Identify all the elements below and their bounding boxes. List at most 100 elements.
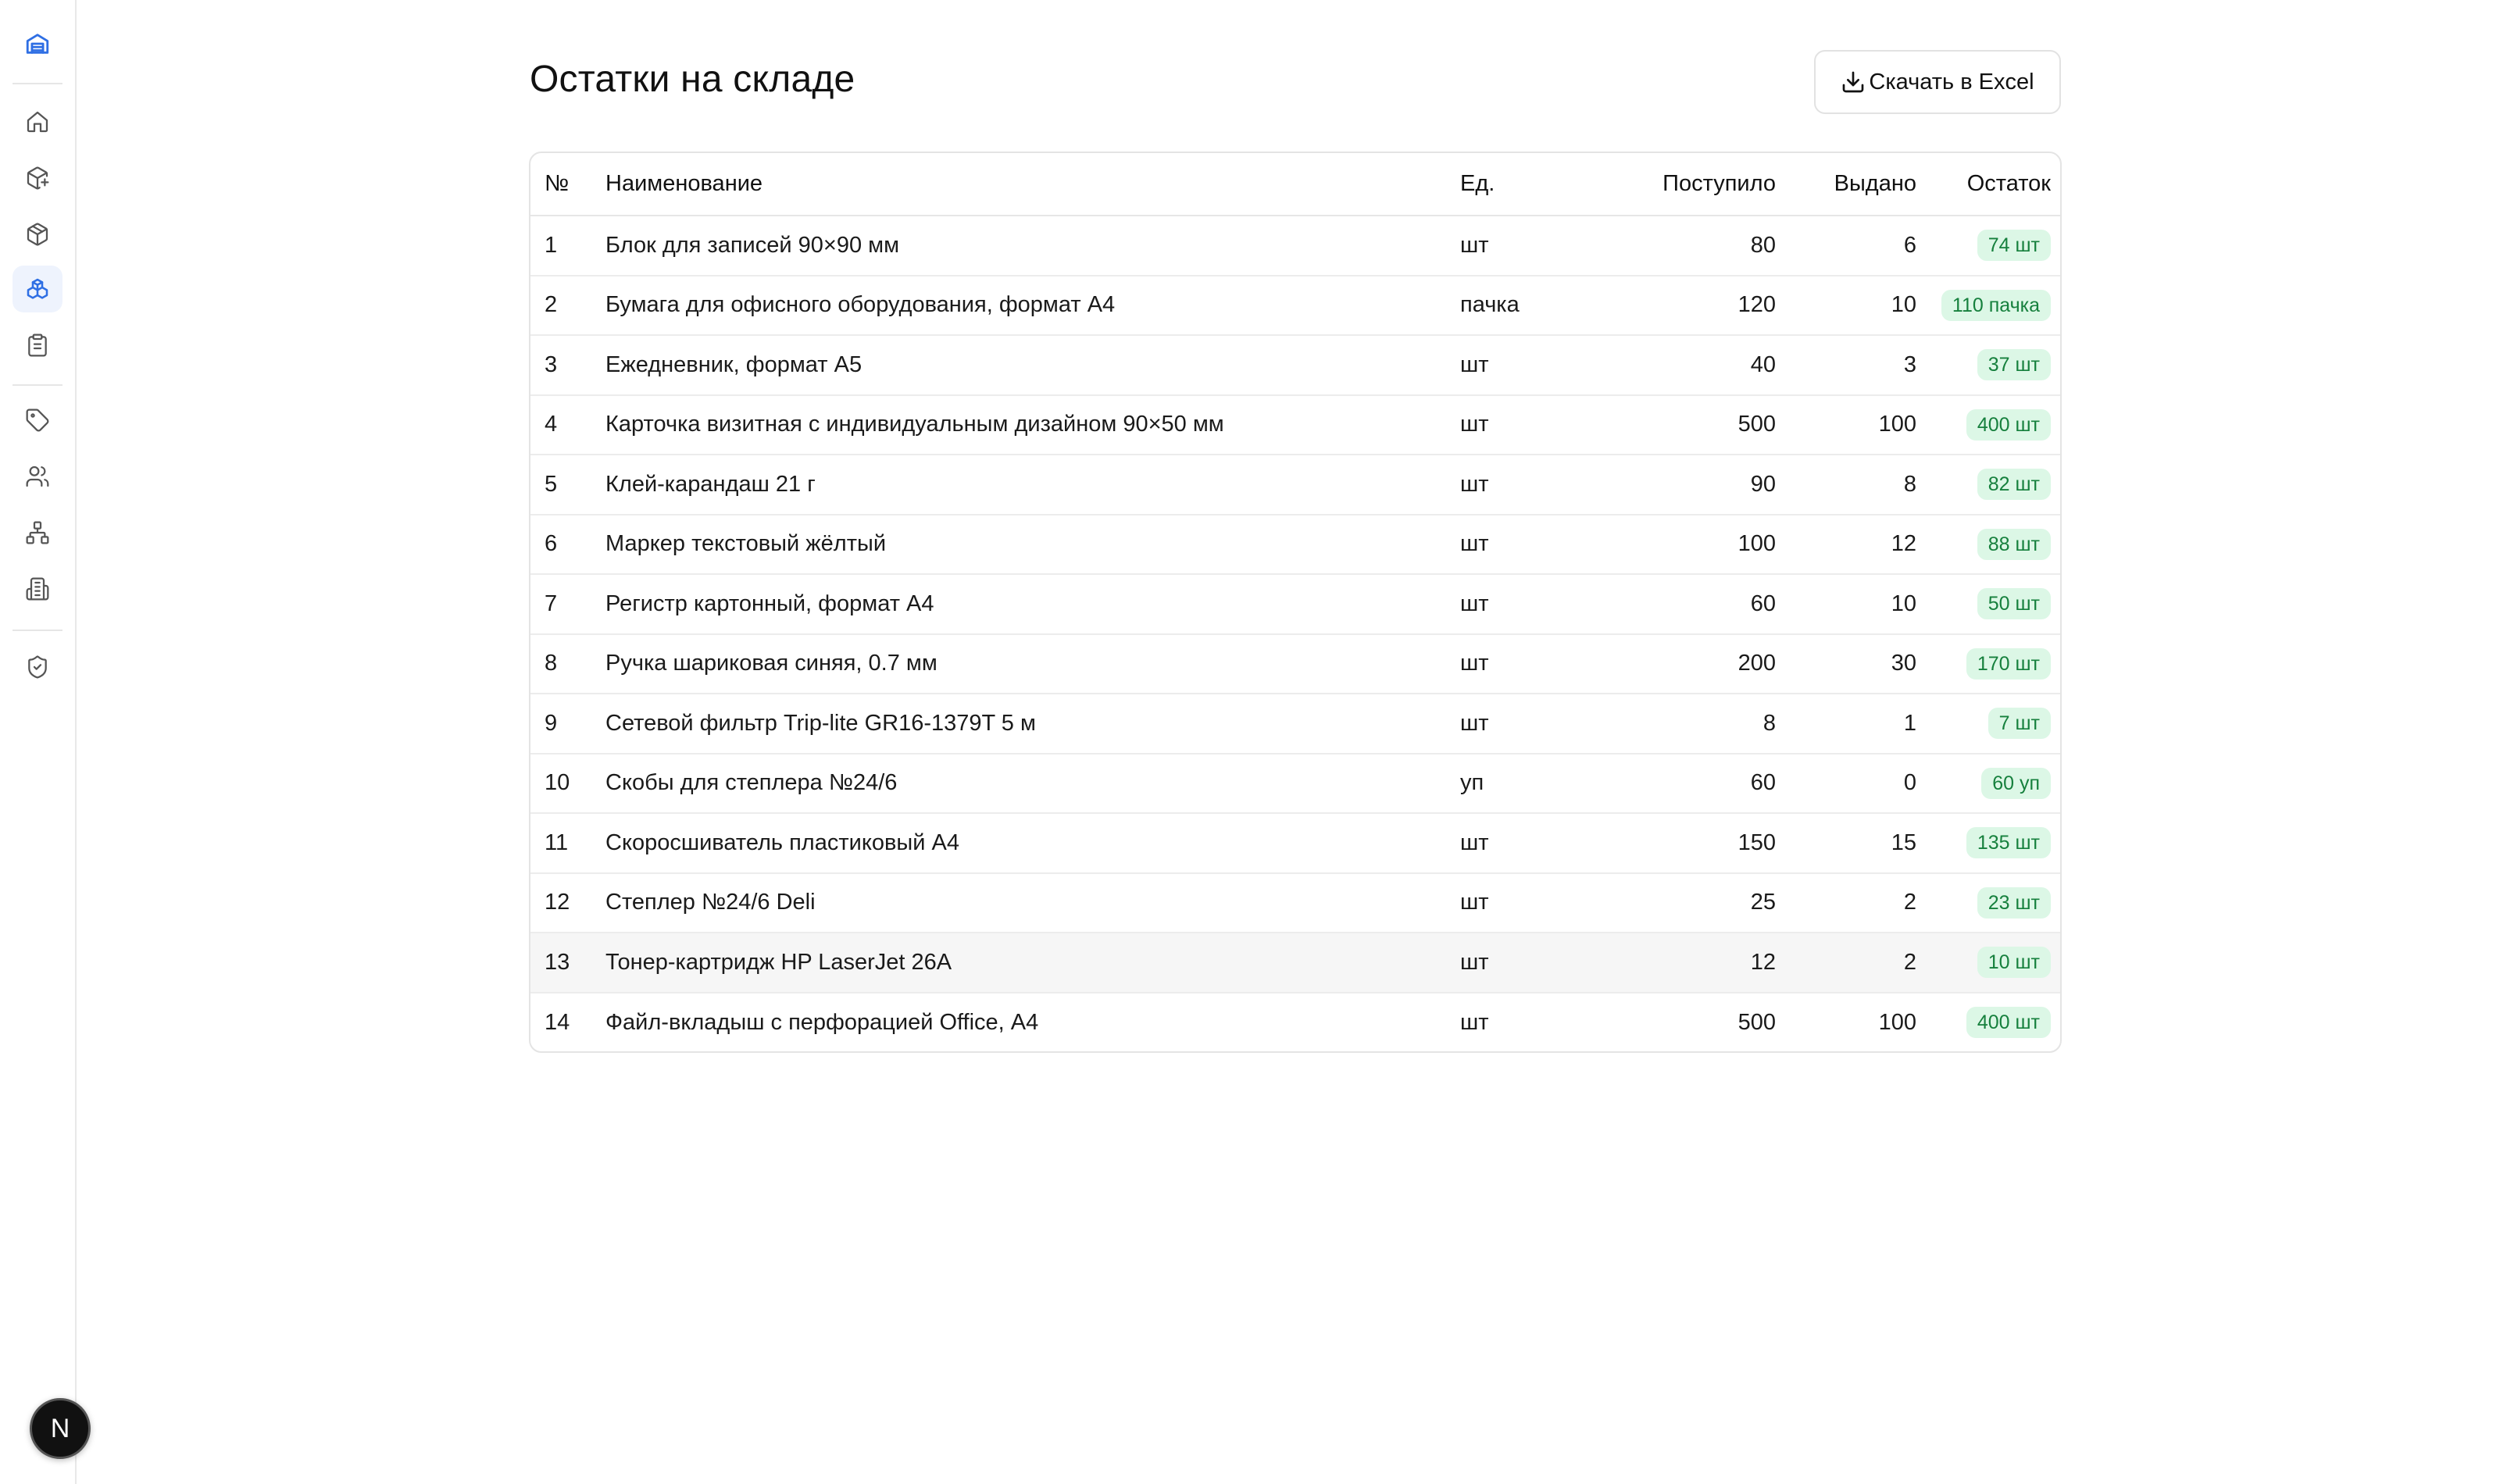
table-row[interactable]: 8 Ручка шариковая синяя, 0.7 мм шт 200 3… [530,633,2060,694]
cell-name: Степлер №24/6 Deli [605,872,1460,933]
cell-unit: шт [1460,813,1598,874]
warehouse-icon[interactable] [20,27,55,61]
table-row[interactable]: 4 Карточка визитная с индивидуальным диз… [530,394,2060,455]
cell-received: 60 [1598,574,1790,635]
column-header-balance[interactable]: Остаток [1929,153,2060,216]
cell-number: 14 [545,1009,570,1035]
table-row[interactable]: 6 Маркер текстовый жёлтый шт 100 12 88 ш… [530,514,2060,575]
boxes-icon [27,278,48,299]
cell-issued: 12 [1790,514,1929,575]
cell-name: Скобы для степлера №24/6 [605,753,1460,814]
cell-name: Карточка визитная с индивидуальным дизай… [605,394,1460,455]
cell-issued: 3 [1790,335,1929,396]
sidebar-item-users[interactable] [12,453,62,500]
cell-issued: 2 [1790,933,1929,993]
cell-received: 12 [1598,933,1790,993]
balance-badge: 60 уп [1981,767,2051,799]
cell-unit: шт [1460,633,1598,694]
cell-unit: шт [1460,933,1598,993]
column-header-unit[interactable]: Ед. [1460,153,1598,216]
sidebar-item-receipts[interactable] [12,155,62,202]
building-icon [26,577,49,601]
column-header-issued[interactable]: Выдано [1790,153,1929,216]
cell-number: 10 [530,753,605,814]
cell-issued: 30 [1790,633,1929,694]
cell-unit: шт [1460,1009,1489,1035]
cell-unit: уп [1460,753,1598,814]
cell-number: 5 [530,455,605,515]
cell-balance: 400 шт [1929,993,2060,1052]
sidebar-item-structure[interactable] [12,509,62,556]
table-row[interactable]: 14 Файл-вкладыш с перфорацией Office, А4… [530,993,2060,1052]
table-row[interactable]: 10 Скобы для степлера №24/6 уп 60 0 60 у… [530,753,2060,814]
sidebar-item-organizations[interactable] [12,565,62,612]
table-row[interactable]: 11 Скоросшиватель пластиковый А4 шт 150 … [530,813,2060,874]
cell-received: 500 [1738,1009,1776,1035]
cell-issued: 100 [1790,394,1929,455]
sidebar-item-home[interactable] [12,98,62,145]
sidebar-item-stock[interactable] [12,266,62,312]
cell-number: 7 [530,574,605,635]
balance-badge: 10 шт [1977,947,2051,979]
balance-badge: 82 шт [1977,469,2051,501]
cell-name: Сетевой фильтр Trip-lite GR16-1379T 5 м [605,694,1460,754]
cell-name: Файл-вкладыш с перфорацией Office, А4 [605,1009,1039,1035]
column-header-received[interactable]: Поступило [1598,153,1790,216]
table-row[interactable]: 13 Тонер-картридж HP LaserJet 26A шт 12 … [530,933,2060,993]
cell-number: 8 [530,633,605,694]
sidebar-item-admin[interactable] [12,644,62,690]
cell-balance: 50 шт [1929,574,2060,635]
cell-issued: 6 [1790,216,1929,276]
cell-received: 40 [1598,335,1790,396]
users-icon [26,466,49,487]
table-row[interactable]: 7 Регистр картонный, формат А4 шт 60 10 … [530,574,2060,635]
column-header-number[interactable]: № [530,153,605,216]
sidebar-divider [12,384,62,386]
cell-issued: 15 [1790,813,1929,874]
cell-unit: шт [1460,574,1598,635]
cell-balance: 82 шт [1929,455,2060,515]
sidebar-item-inventory[interactable] [12,322,62,369]
cell-balance: 400 шт [1929,394,2060,455]
cell-number: 4 [530,394,605,455]
table-row[interactable]: 3 Ежедневник, формат А5 шт 40 3 37 шт [530,335,2060,396]
cell-unit: шт [1460,514,1598,575]
table-row[interactable]: 1 Блок для записей 90×90 мм шт 80 6 74 ш… [530,216,2060,276]
cell-name: Маркер текстовый жёлтый [605,514,1460,575]
cell-number: 12 [530,872,605,933]
avatar[interactable]: N [30,1398,91,1459]
balance-badge: 110 пачка [1941,289,2051,321]
cell-unit: пачка [1460,275,1598,336]
cell-number: 3 [530,335,605,396]
home-icon [27,111,48,133]
sidebar-item-issues[interactable] [12,211,62,258]
cell-unit: шт [1460,216,1598,276]
cell-name: Тонер-картридж HP LaserJet 26A [605,933,1460,993]
cell-unit: шт [1460,872,1598,933]
cell-number: 2 [530,275,605,336]
sidebar-divider [12,83,62,84]
balance-badge: 23 шт [1977,886,2051,919]
cell-balance: 23 шт [1929,872,2060,933]
table-row[interactable]: 12 Степлер №24/6 Deli шт 25 2 23 шт [530,872,2060,933]
download-icon [1843,71,1864,93]
stock-table: № Наименование Ед. Поступило Выдано Оста… [529,152,2062,1053]
cell-received: 100 [1598,514,1790,575]
cell-name: Клей-карандаш 21 г [605,455,1460,515]
cell-received: 80 [1598,216,1790,276]
download-button-label: Скачать в Excel [1869,69,2034,95]
tag-icon [26,408,49,432]
balance-badge: 37 шт [1977,349,2051,381]
cell-number: 13 [530,933,605,993]
download-excel-button[interactable]: Скачать в Excel [1814,50,2061,114]
cell-name: Регистр картонный, формат А4 [605,574,1460,635]
column-header-name[interactable]: Наименование [605,153,1460,216]
table-row[interactable]: 9 Сетевой фильтр Trip-lite GR16-1379T 5 … [530,694,2060,754]
sidebar-divider [12,630,62,631]
table-row[interactable]: 2 Бумага для офисного оборудования, форм… [530,275,2060,336]
cell-name: Скоросшиватель пластиковый А4 [605,813,1460,874]
sidebar-item-catalog[interactable] [12,397,62,444]
cell-received: 25 [1598,872,1790,933]
table-row[interactable]: 5 Клей-карандаш 21 г шт 90 8 82 шт [530,455,2060,515]
cell-received: 150 [1598,813,1790,874]
